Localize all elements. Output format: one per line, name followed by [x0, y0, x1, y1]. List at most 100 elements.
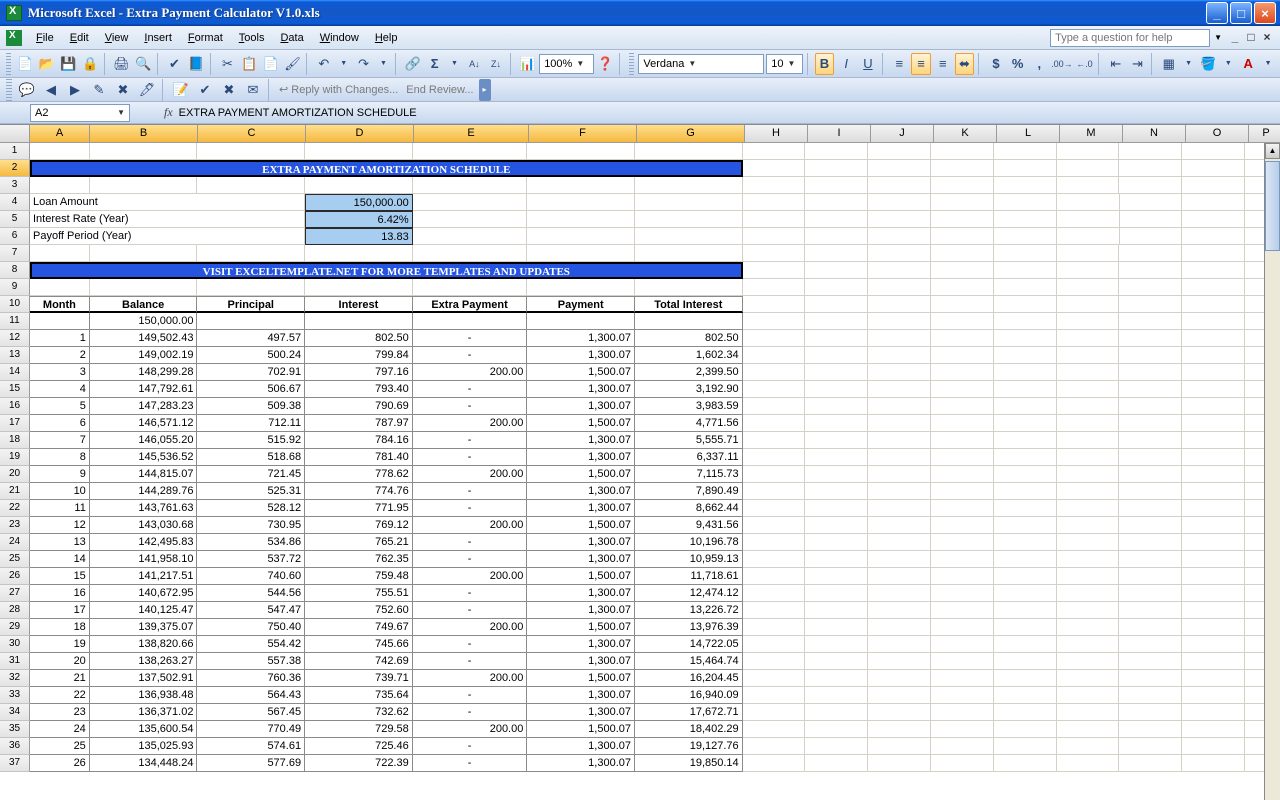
table-cell[interactable]: 762.35	[305, 551, 413, 568]
row-header-31[interactable]: 31	[0, 653, 30, 670]
cell-empty[interactable]	[1057, 500, 1120, 517]
table-cell[interactable]: 142,495.83	[90, 534, 198, 551]
col-header-E[interactable]: E	[414, 125, 529, 143]
cell-empty[interactable]	[743, 738, 806, 755]
table-cell[interactable]: 19,127.76	[635, 738, 743, 755]
cell-empty[interactable]	[868, 585, 931, 602]
cell-empty[interactable]	[743, 279, 806, 296]
table-cell[interactable]: 17	[30, 602, 90, 619]
table-cell[interactable]: 11,718.61	[635, 568, 743, 585]
cell-empty[interactable]	[1057, 398, 1120, 415]
table-cell[interactable]: 1,500.07	[527, 466, 635, 483]
table-cell[interactable]: 1,300.07	[527, 449, 635, 466]
table-cell[interactable]: 1,300.07	[527, 534, 635, 551]
cell-empty[interactable]	[868, 551, 931, 568]
table-cell[interactable]: 1,300.07	[527, 704, 635, 721]
cell-empty[interactable]	[743, 313, 806, 330]
toolbar-grip[interactable]	[6, 53, 11, 75]
table-cell[interactable]: 771.95	[305, 500, 413, 517]
cell-empty[interactable]	[868, 313, 931, 330]
table-cell[interactable]: 567.45	[197, 704, 305, 721]
row-header-2[interactable]: 2	[0, 160, 30, 177]
help-dropdown-icon[interactable]: ▼	[1214, 33, 1222, 42]
cell-empty[interactable]	[931, 211, 994, 228]
cell-empty[interactable]	[1057, 483, 1120, 500]
next-comment-button[interactable]: ▶	[64, 79, 86, 101]
table-cell[interactable]: 21	[30, 670, 90, 687]
cell-empty[interactable]	[868, 296, 931, 313]
table-cell[interactable]: 7,115.73	[635, 466, 743, 483]
table-cell[interactable]: 19	[30, 636, 90, 653]
table-cell[interactable]: 13	[30, 534, 90, 551]
table-cell[interactable]: 200.00	[413, 415, 528, 432]
row-header-37[interactable]: 37	[0, 755, 30, 772]
cell-empty[interactable]	[868, 228, 931, 245]
cell-empty[interactable]	[931, 619, 994, 636]
cell-empty[interactable]	[1119, 500, 1182, 517]
cell-empty[interactable]	[805, 143, 868, 160]
percent-button[interactable]: %	[1008, 53, 1028, 75]
cell-empty[interactable]	[994, 177, 1057, 194]
cell-empty[interactable]	[1182, 585, 1245, 602]
col-header-B[interactable]: B	[90, 125, 198, 143]
cell-empty[interactable]	[1057, 313, 1120, 330]
table-cell[interactable]: 18	[30, 619, 90, 636]
cell-empty[interactable]	[868, 568, 931, 585]
cell-empty[interactable]	[1119, 687, 1182, 704]
table-cell[interactable]: 564.43	[197, 687, 305, 704]
table-cell[interactable]: 15,464.74	[635, 653, 743, 670]
table-cell[interactable]: 144,815.07	[90, 466, 198, 483]
cell-empty[interactable]	[1057, 432, 1120, 449]
table-cell[interactable]: 147,283.23	[90, 398, 198, 415]
cell-empty[interactable]	[197, 279, 305, 296]
cell-empty[interactable]	[1057, 602, 1120, 619]
table-cell[interactable]: 148,299.28	[90, 364, 198, 381]
table-cell[interactable]: 14	[30, 551, 90, 568]
spelling-button[interactable]: ✔	[165, 53, 185, 75]
row-header-19[interactable]: 19	[0, 449, 30, 466]
cell-empty[interactable]	[743, 534, 806, 551]
show-comments-button[interactable]: 💬	[16, 79, 38, 101]
cell-empty[interactable]	[743, 670, 806, 687]
cell-empty[interactable]	[994, 143, 1057, 160]
table-cell[interactable]: -	[413, 381, 528, 398]
accept-change-button[interactable]: ✔	[194, 79, 216, 101]
cell-empty[interactable]	[1119, 381, 1182, 398]
cell-empty[interactable]	[1182, 160, 1245, 177]
row-header-24[interactable]: 24	[0, 534, 30, 551]
cell-empty[interactable]	[994, 653, 1057, 670]
table-cell[interactable]: -	[413, 738, 528, 755]
cell-empty[interactable]	[1057, 551, 1120, 568]
cell-empty[interactable]	[90, 143, 198, 160]
reject-change-button[interactable]: ✖	[218, 79, 240, 101]
table-cell[interactable]: 729.58	[305, 721, 413, 738]
cell-empty[interactable]	[805, 755, 868, 772]
param-label[interactable]: Interest Rate (Year)	[30, 211, 305, 228]
cell-empty[interactable]	[994, 738, 1057, 755]
col-header-O[interactable]: O	[1186, 125, 1249, 143]
table-cell[interactable]: 138,263.27	[90, 653, 198, 670]
cell-empty[interactable]	[868, 381, 931, 398]
table-cell[interactable]: 735.64	[305, 687, 413, 704]
table-cell[interactable]: 778.62	[305, 466, 413, 483]
table-cell[interactable]: 1,500.07	[527, 670, 635, 687]
cell-empty[interactable]	[931, 262, 994, 279]
cell-empty[interactable]	[1182, 330, 1245, 347]
save-button[interactable]: 💾	[59, 53, 79, 75]
cell-empty[interactable]	[1057, 194, 1120, 211]
param-value[interactable]: 13.83	[305, 228, 413, 245]
table-cell[interactable]: 135,600.54	[90, 721, 198, 738]
cell-empty[interactable]	[1119, 636, 1182, 653]
cell-empty[interactable]	[868, 602, 931, 619]
table-cell[interactable]: 141,958.10	[90, 551, 198, 568]
permission-button[interactable]: 🔒	[80, 53, 100, 75]
cell-empty[interactable]	[743, 262, 806, 279]
col-header-M[interactable]: M	[1060, 125, 1123, 143]
table-cell[interactable]: 15	[30, 568, 90, 585]
table-cell[interactable]: 17,672.71	[635, 704, 743, 721]
table-cell[interactable]: 740.60	[197, 568, 305, 585]
cell-empty[interactable]	[805, 568, 868, 585]
cell-empty[interactable]	[743, 721, 806, 738]
send-mail-button[interactable]: ✉	[242, 79, 264, 101]
row-header-34[interactable]: 34	[0, 704, 30, 721]
